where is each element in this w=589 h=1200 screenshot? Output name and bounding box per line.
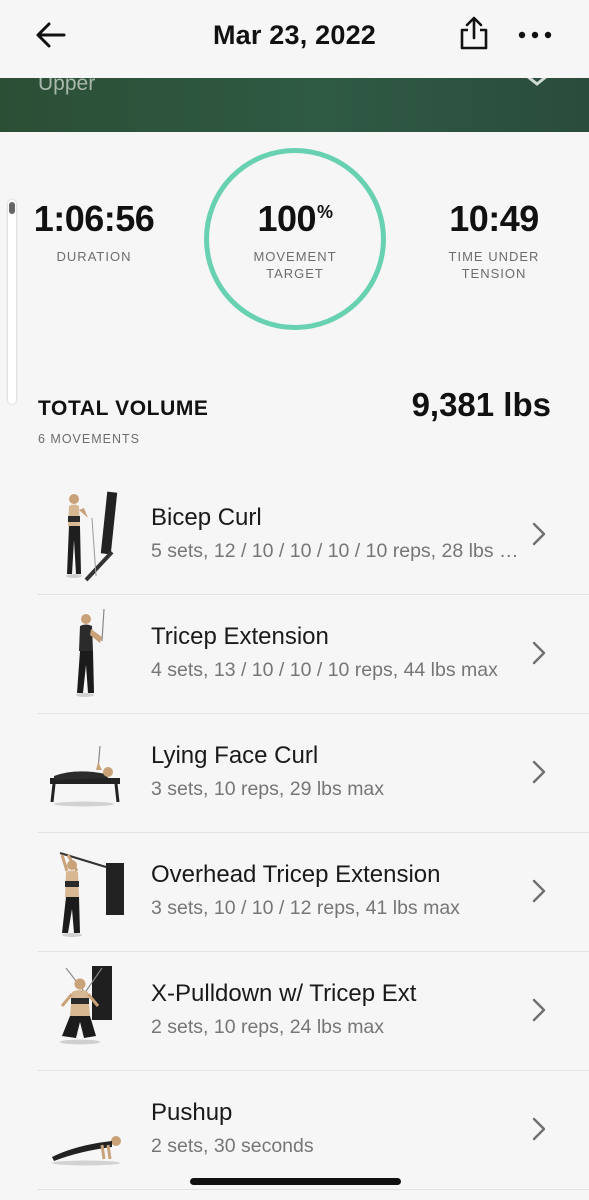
scrollbar[interactable] xyxy=(8,200,16,404)
movement-detail: 2 sets, 10 reps, 24 lbs max xyxy=(151,1016,385,1038)
movement-name: X-Pulldown w/ Tricep Ext xyxy=(151,980,417,1007)
movement-detail: 4 sets, 13 / 10 / 10 / 10 reps, 44 lbs m… xyxy=(151,659,498,681)
more-icon[interactable] xyxy=(514,22,556,48)
duration-label: DURATION xyxy=(56,249,132,264)
duration-value: 1:06:56 xyxy=(33,198,155,239)
movement-target-label-line2: TARGET xyxy=(266,266,324,281)
overhead-tricep-extension-image xyxy=(59,851,124,937)
movement-row-pushup[interactable]: Pushup 2 sets, 30 seconds xyxy=(38,1071,589,1190)
time-under-tension-value: 10:49 xyxy=(449,198,539,239)
x-pulldown-image xyxy=(60,966,112,1045)
movements-count: 6 MOVEMENTS xyxy=(38,432,140,446)
movement-detail: 3 sets, 10 reps, 29 lbs max xyxy=(151,778,385,800)
time-under-tension-stat: 10:49 TIME UNDER TENSION xyxy=(418,198,570,282)
time-under-tension-label: TIME UNDER TENSION xyxy=(418,248,570,282)
movement-name: Lying Face Curl xyxy=(151,742,319,769)
duration-stat: 1:06:56 DURATION xyxy=(16,198,172,265)
movement-name: Pushup xyxy=(151,1099,233,1126)
page-title: Mar 23, 2022 xyxy=(212,20,377,50)
lying-face-curl-image xyxy=(50,745,120,807)
movement-target-unit: % xyxy=(317,202,333,222)
time-under-tension-label-line1: TIME UNDER xyxy=(448,249,540,264)
workout-banner: Upper xyxy=(0,78,589,132)
pushup-image xyxy=(52,1136,121,1166)
movement-row-lying-face-curl[interactable]: Lying Face Curl 3 sets, 10 reps, 29 lbs … xyxy=(38,714,589,833)
movement-target-label-line1: MOVEMENT xyxy=(253,249,337,264)
movement-row-overhead-tricep-extension[interactable]: Overhead Tricep Extension 3 sets, 10 / 1… xyxy=(38,833,589,952)
movement-target-label: MOVEMENT TARGET xyxy=(226,248,364,282)
bicep-curl-image xyxy=(66,491,118,582)
total-volume-value: 9,381 lbs xyxy=(411,386,551,423)
share-icon[interactable] xyxy=(456,14,492,52)
chevron-right-icon xyxy=(532,998,546,1022)
movement-detail: 3 sets, 10 / 10 / 12 reps, 41 lbs max xyxy=(151,897,460,919)
tricep-extension-image xyxy=(76,608,105,697)
movement-row-x-pulldown[interactable]: X-Pulldown w/ Tricep Ext 2 sets, 10 reps… xyxy=(38,952,589,1071)
banner-icon xyxy=(527,78,547,86)
movement-name: Overhead Tricep Extension xyxy=(151,861,441,888)
movement-list: Bicep Curl 5 sets, 12 / 10 / 10 / 10 / 1… xyxy=(38,476,589,1190)
top-bar: Mar 23, 2022 xyxy=(0,0,589,78)
movement-detail: 2 sets, 30 seconds xyxy=(151,1135,314,1157)
chevron-right-icon xyxy=(532,879,546,903)
chevron-right-icon xyxy=(532,641,546,665)
movement-name: Bicep Curl xyxy=(151,504,262,531)
chevron-right-icon xyxy=(532,1117,546,1141)
movement-row-tricep-extension[interactable]: Tricep Extension 4 sets, 13 / 10 / 10 / … xyxy=(38,595,589,714)
movement-target-stat: 100% MOVEMENT TARGET xyxy=(226,198,364,282)
chevron-right-icon xyxy=(532,522,546,546)
time-under-tension-label-line2: TENSION xyxy=(461,266,527,281)
workout-category-label: Upper xyxy=(38,78,96,95)
movement-target-value: 100% xyxy=(226,198,364,240)
total-volume-title: TOTAL VOLUME xyxy=(38,397,209,420)
movement-detail: 5 sets, 12 / 10 / 10 / 10 / 10 reps, 28 … xyxy=(151,540,533,562)
home-indicator[interactable] xyxy=(190,1178,401,1185)
chevron-right-icon xyxy=(532,760,546,784)
scrollbar-thumb[interactable] xyxy=(9,202,15,214)
movement-row-bicep-curl[interactable]: Bicep Curl 5 sets, 12 / 10 / 10 / 10 / 1… xyxy=(38,476,589,595)
movement-name: Tricep Extension xyxy=(151,623,329,650)
movement-target-number: 100 xyxy=(257,198,317,239)
